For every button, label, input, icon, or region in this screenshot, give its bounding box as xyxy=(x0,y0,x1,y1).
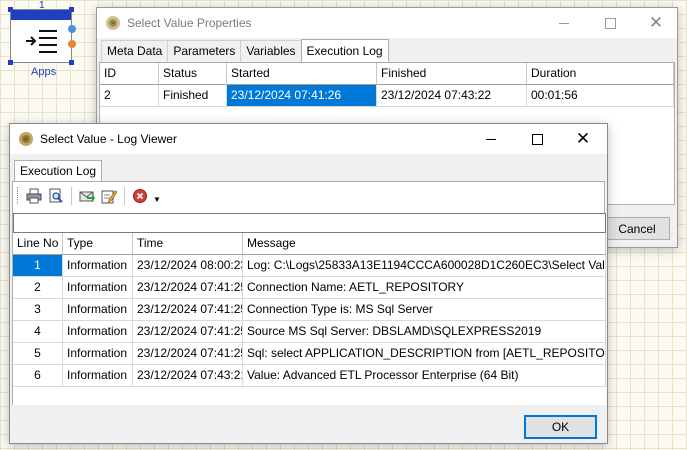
table-row[interactable]: 4 Information 23/12/2024 07:41:25 Source… xyxy=(13,321,606,343)
log-viewer-titlebar[interactable]: Select Value - Log Viewer ✕ xyxy=(10,124,607,154)
cell-time: 23/12/2024 08:00:23 xyxy=(133,255,243,277)
cell-message: Log: C:\Logs\25833A13E1194CCCA600028D1C2… xyxy=(243,255,606,277)
cell-time: 23/12/2024 07:43:21 xyxy=(133,365,243,387)
table-row[interactable]: 6 Information 23/12/2024 07:43:21 Value:… xyxy=(13,365,606,387)
column-header-time[interactable]: Time xyxy=(133,233,243,255)
cell-time: 23/12/2024 07:41:25 xyxy=(133,343,243,365)
cell-type: Information xyxy=(63,343,133,365)
tab-execution-log[interactable]: Execution Log xyxy=(14,160,103,182)
close-icon[interactable]: ✕ xyxy=(633,8,679,38)
cell-line-no: 2 xyxy=(13,277,63,299)
toolbar-separator xyxy=(124,186,125,205)
edit-icon[interactable] xyxy=(98,185,120,207)
ok-button[interactable]: OK xyxy=(524,415,597,439)
minimize-icon[interactable] xyxy=(468,124,514,154)
properties-title: Select Value Properties xyxy=(127,16,252,30)
maximize-icon[interactable] xyxy=(587,8,633,38)
cell-id: 2 xyxy=(100,85,159,107)
toolbar-overflow-icon[interactable]: ▼ xyxy=(153,195,161,204)
column-header-id[interactable]: ID xyxy=(100,63,159,85)
print-preview-icon[interactable] xyxy=(45,185,67,207)
column-header-finished[interactable]: Finished xyxy=(377,63,527,85)
tab-parameters[interactable]: Parameters xyxy=(167,40,242,62)
close-icon[interactable]: ✕ xyxy=(560,124,606,154)
cell-line-no: 5 xyxy=(13,343,63,365)
cell-line-no: 6 xyxy=(13,365,63,387)
app-icon xyxy=(19,132,33,146)
column-header-status[interactable]: Status xyxy=(159,63,227,85)
cell-type: Information xyxy=(63,277,133,299)
column-header-started[interactable]: Started xyxy=(227,63,377,85)
cell-type: Information xyxy=(63,321,133,343)
execution-log-panel: ▼ Line No Type Time Message 1 Informatio… xyxy=(12,181,606,405)
grid-header: Line No Type Time Message xyxy=(13,233,606,255)
export-icon[interactable] xyxy=(76,185,98,207)
maximize-icon[interactable] xyxy=(514,124,560,154)
column-header-type[interactable]: Type xyxy=(63,233,133,255)
properties-titlebar[interactable]: Select Value Properties ✕ xyxy=(97,8,677,38)
output-port[interactable] xyxy=(68,40,76,48)
tab-variables[interactable]: Variables xyxy=(240,40,302,62)
cell-message: Source MS Sql Server: DBSLAMD\SQLEXPRESS… xyxy=(243,321,606,343)
cell-duration: 00:01:56 xyxy=(527,85,674,107)
column-header-duration[interactable]: Duration xyxy=(527,63,674,85)
cell-message: Connection Name: AETL_REPOSITORY xyxy=(243,277,606,299)
input-port[interactable] xyxy=(68,25,76,33)
table-row[interactable]: 3 Information 23/12/2024 07:41:25 Connec… xyxy=(13,299,606,321)
table-row[interactable]: 1 Information 23/12/2024 08:00:23 Log: C… xyxy=(13,255,606,277)
column-header-line-no[interactable]: Line No xyxy=(13,233,63,255)
cell-line-no: 4 xyxy=(13,321,63,343)
cell-time: 23/12/2024 07:41:25 xyxy=(133,321,243,343)
cell-type: Information xyxy=(63,299,133,321)
apps-node[interactable] xyxy=(8,7,76,65)
cancel-button[interactable]: Cancel xyxy=(604,217,670,240)
table-row[interactable]: 2 Finished 23/12/2024 07:41:26 23/12/202… xyxy=(100,85,674,107)
properties-tabs: Meta Data Parameters Variables Execution… xyxy=(101,39,389,62)
toolbar: ▼ xyxy=(13,182,604,209)
table-row[interactable]: 2 Information 23/12/2024 07:41:25 Connec… xyxy=(13,277,606,299)
cell-line-no: 1 xyxy=(13,255,63,277)
cell-message: Sql: select APPLICATION_DESCRIPTION from… xyxy=(243,343,606,365)
log-grid[interactable]: Line No Type Time Message 1 Information … xyxy=(13,233,606,405)
table-row[interactable]: 5 Information 23/12/2024 07:41:25 Sql: s… xyxy=(13,343,606,365)
filter-input[interactable] xyxy=(13,213,606,233)
cell-message: Connection Type is: MS Sql Server xyxy=(243,299,606,321)
toolbar-grip[interactable] xyxy=(17,187,19,204)
grid-header: ID Status Started Finished Duration xyxy=(100,63,674,85)
app-icon xyxy=(106,16,120,30)
list-indent-icon xyxy=(26,30,57,53)
cell-message: Value: Advanced ETL Processor Enterprise… xyxy=(243,365,606,387)
minimize-icon[interactable] xyxy=(541,8,587,38)
cell-started: 23/12/2024 07:41:26 xyxy=(227,85,377,107)
column-header-message[interactable]: Message xyxy=(243,233,606,255)
tab-execution-log[interactable]: Execution Log xyxy=(300,39,389,62)
node-label: Apps xyxy=(31,66,57,78)
clear-icon[interactable] xyxy=(129,185,151,207)
cell-time: 23/12/2024 07:41:25 xyxy=(133,299,243,321)
tab-meta-data[interactable]: Meta Data xyxy=(101,40,169,62)
log-viewer-window: Select Value - Log Viewer ✕ Execution Lo… xyxy=(9,123,608,444)
cell-time: 23/12/2024 07:41:25 xyxy=(133,277,243,299)
cell-type: Information xyxy=(63,255,133,277)
cell-type: Information xyxy=(63,365,133,387)
cell-line-no: 3 xyxy=(13,299,63,321)
log-viewer-title: Select Value - Log Viewer xyxy=(40,132,177,146)
print-icon[interactable] xyxy=(23,185,45,207)
toolbar-separator xyxy=(71,186,72,205)
cell-status: Finished xyxy=(159,85,227,107)
cell-finished: 23/12/2024 07:43:22 xyxy=(377,85,527,107)
